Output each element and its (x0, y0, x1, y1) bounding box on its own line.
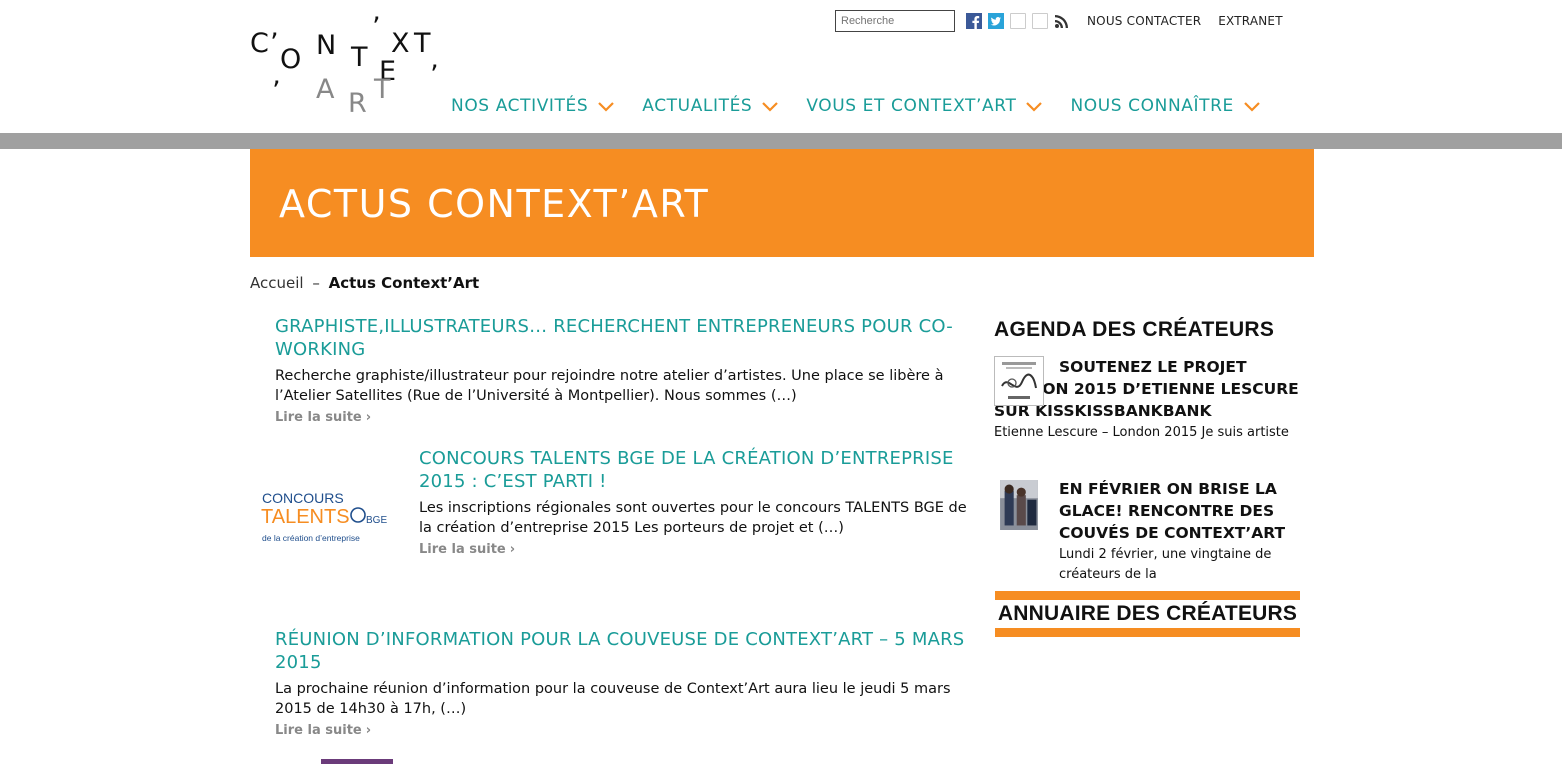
next-article-thumbnail[interactable] (321, 759, 393, 764)
logo-letter-c: C (250, 28, 269, 59)
read-more-label: Lire la suite (275, 723, 362, 738)
article-title-link[interactable]: CONCOURS TALENTS BGE DE LA CRÉATION D’EN… (419, 447, 979, 493)
nav-label: NOUS CONNAÎTRE (1070, 96, 1234, 116)
header-divider-bar (0, 133, 1562, 149)
article-excerpt: Recherche graphiste/illustrateur pour re… (275, 368, 944, 404)
main-navigation: NOS ACTIVITÉS ACTUALITÉS VOUS ET CONTEXT… (451, 96, 1288, 116)
thumb-caption: de la création d’entreprise (262, 533, 360, 543)
extranet-link[interactable]: EXTRANET (1218, 14, 1282, 28)
logo-letter-n: N (316, 30, 337, 61)
logo-letter-x: X (391, 28, 410, 59)
read-more-label: Lire la suite (419, 542, 506, 557)
agenda-heading: AGENDA DES CRÉATEURS (994, 318, 1275, 341)
rss-icon[interactable] (1054, 13, 1070, 29)
article-excerpt: Les inscriptions régionales sont ouverte… (419, 500, 967, 536)
logo-letter-a: A (316, 74, 335, 105)
page-title: ACTUS CONTEXT’ART (279, 182, 710, 226)
nav-item-activites[interactable]: NOS ACTIVITÉS (451, 96, 615, 116)
chevron-down-icon (762, 102, 779, 112)
breadcrumb-separator: – (312, 274, 320, 292)
nav-label: NOS ACTIVITÉS (451, 96, 589, 116)
chevron-down-icon (1244, 102, 1260, 112)
agenda-item[interactable]: EN FÉVRIER ON BRISE LA GLACE! RENCONTRE … (994, 478, 1314, 585)
page-banner: ACTUS CONTEXT’ART (250, 149, 1314, 257)
logo-letter-t2: T (414, 28, 431, 59)
annuaire-label: ANNUAIRE DES CRÉATEURS (997, 602, 1298, 625)
nav-label: VOUS ET CONTEXT’ART (806, 96, 1017, 116)
concours-talents-thumbnail[interactable]: CONCOURS TALENTS BGE de la création d’en… (256, 485, 396, 549)
read-more-link[interactable]: Lire la suite › (275, 410, 371, 425)
article-title-link[interactable]: RÉUNION D’INFORMATION POUR LA COUVEUSE D… (275, 628, 975, 674)
logo-apostrophe-1: ’ (270, 28, 279, 59)
breadcrumb-home-link[interactable]: Accueil (250, 274, 304, 292)
agenda-thumbnail (1000, 480, 1038, 530)
article-excerpt: La prochaine réunion d’information pour … (275, 681, 951, 717)
facebook-icon[interactable] (966, 13, 982, 29)
agenda-item-text: Etienne Lescure – London 2015 Je suis ar… (994, 425, 1289, 440)
agenda-thumbnail (994, 356, 1044, 406)
thumb-badge: BGE (366, 515, 387, 526)
logo-apostrophe-3: ’ (430, 60, 439, 91)
agenda-item[interactable]: SOUTENEZ LE PROJET LONDON 2015 D’ETIENNE… (994, 356, 1314, 443)
logo-letter-t3: T (374, 74, 391, 105)
breadcrumb-current: Actus Context’Art (328, 274, 480, 292)
thumb-line2: TALENTS (261, 506, 350, 528)
chevron-down-icon (598, 102, 615, 112)
chevron-down-icon (1026, 102, 1043, 112)
twitter-icon[interactable] (988, 13, 1004, 29)
logo-apostrophe-2: ’ (372, 12, 381, 43)
read-more-link[interactable]: Lire la suite › (419, 542, 515, 557)
logo-letter-t: T (351, 42, 368, 73)
chevron-right-icon: › (365, 723, 372, 738)
read-more-label: Lire la suite (275, 410, 362, 425)
agenda-item-title: EN FÉVRIER ON BRISE LA GLACE! RENCONTRE … (1059, 480, 1286, 542)
contact-link[interactable]: NOUS CONTACTER (1087, 14, 1201, 28)
nav-item-vous-et-contextart[interactable]: VOUS ET CONTEXT’ART (806, 96, 1043, 116)
search-input[interactable] (835, 10, 955, 32)
logo-letter-r: R (348, 88, 367, 119)
thumb-line1: CONCOURS (262, 490, 344, 506)
nav-label: ACTUALITÉS (642, 96, 753, 116)
article-item: RÉUNION D’INFORMATION POUR LA COUVEUSE D… (275, 628, 975, 738)
chevron-right-icon: › (365, 410, 372, 425)
top-utility-bar: NOUS CONTACTER EXTRANET (835, 10, 1283, 32)
read-more-link[interactable]: Lire la suite › (275, 723, 371, 738)
annuaire-button[interactable]: ANNUAIRE DES CRÉATEURS (995, 591, 1300, 637)
social-placeholder-icon[interactable] (1010, 13, 1026, 29)
article-item: CONCOURS TALENTS BGE DE LA CRÉATION D’EN… (419, 447, 979, 557)
context-art-logo[interactable]: C O N T E X T A R T ’ ’ ’ ’ (250, 14, 442, 118)
chevron-right-icon: › (509, 542, 516, 557)
article-title-link[interactable]: GRAPHISTE,ILLUSTRATEURS… RECHERCHENT ENT… (275, 315, 975, 361)
breadcrumb: Accueil – Actus Context’Art (250, 274, 479, 292)
nav-item-nous-connaitre[interactable]: NOUS CONNAÎTRE (1070, 96, 1260, 116)
nav-item-actualites[interactable]: ACTUALITÉS (642, 96, 779, 116)
agenda-item-text: Lundi 2 février, une vingtaine de créate… (1059, 547, 1272, 582)
logo-letter-o: O (280, 44, 302, 75)
article-item: GRAPHISTE,ILLUSTRATEURS… RECHERCHENT ENT… (275, 315, 975, 425)
social-placeholder-icon-2[interactable] (1032, 13, 1048, 29)
agenda-item-body: EN FÉVRIER ON BRISE LA GLACE! RENCONTRE … (1059, 478, 1314, 585)
logo-apostrophe-4: ’ (272, 76, 281, 107)
